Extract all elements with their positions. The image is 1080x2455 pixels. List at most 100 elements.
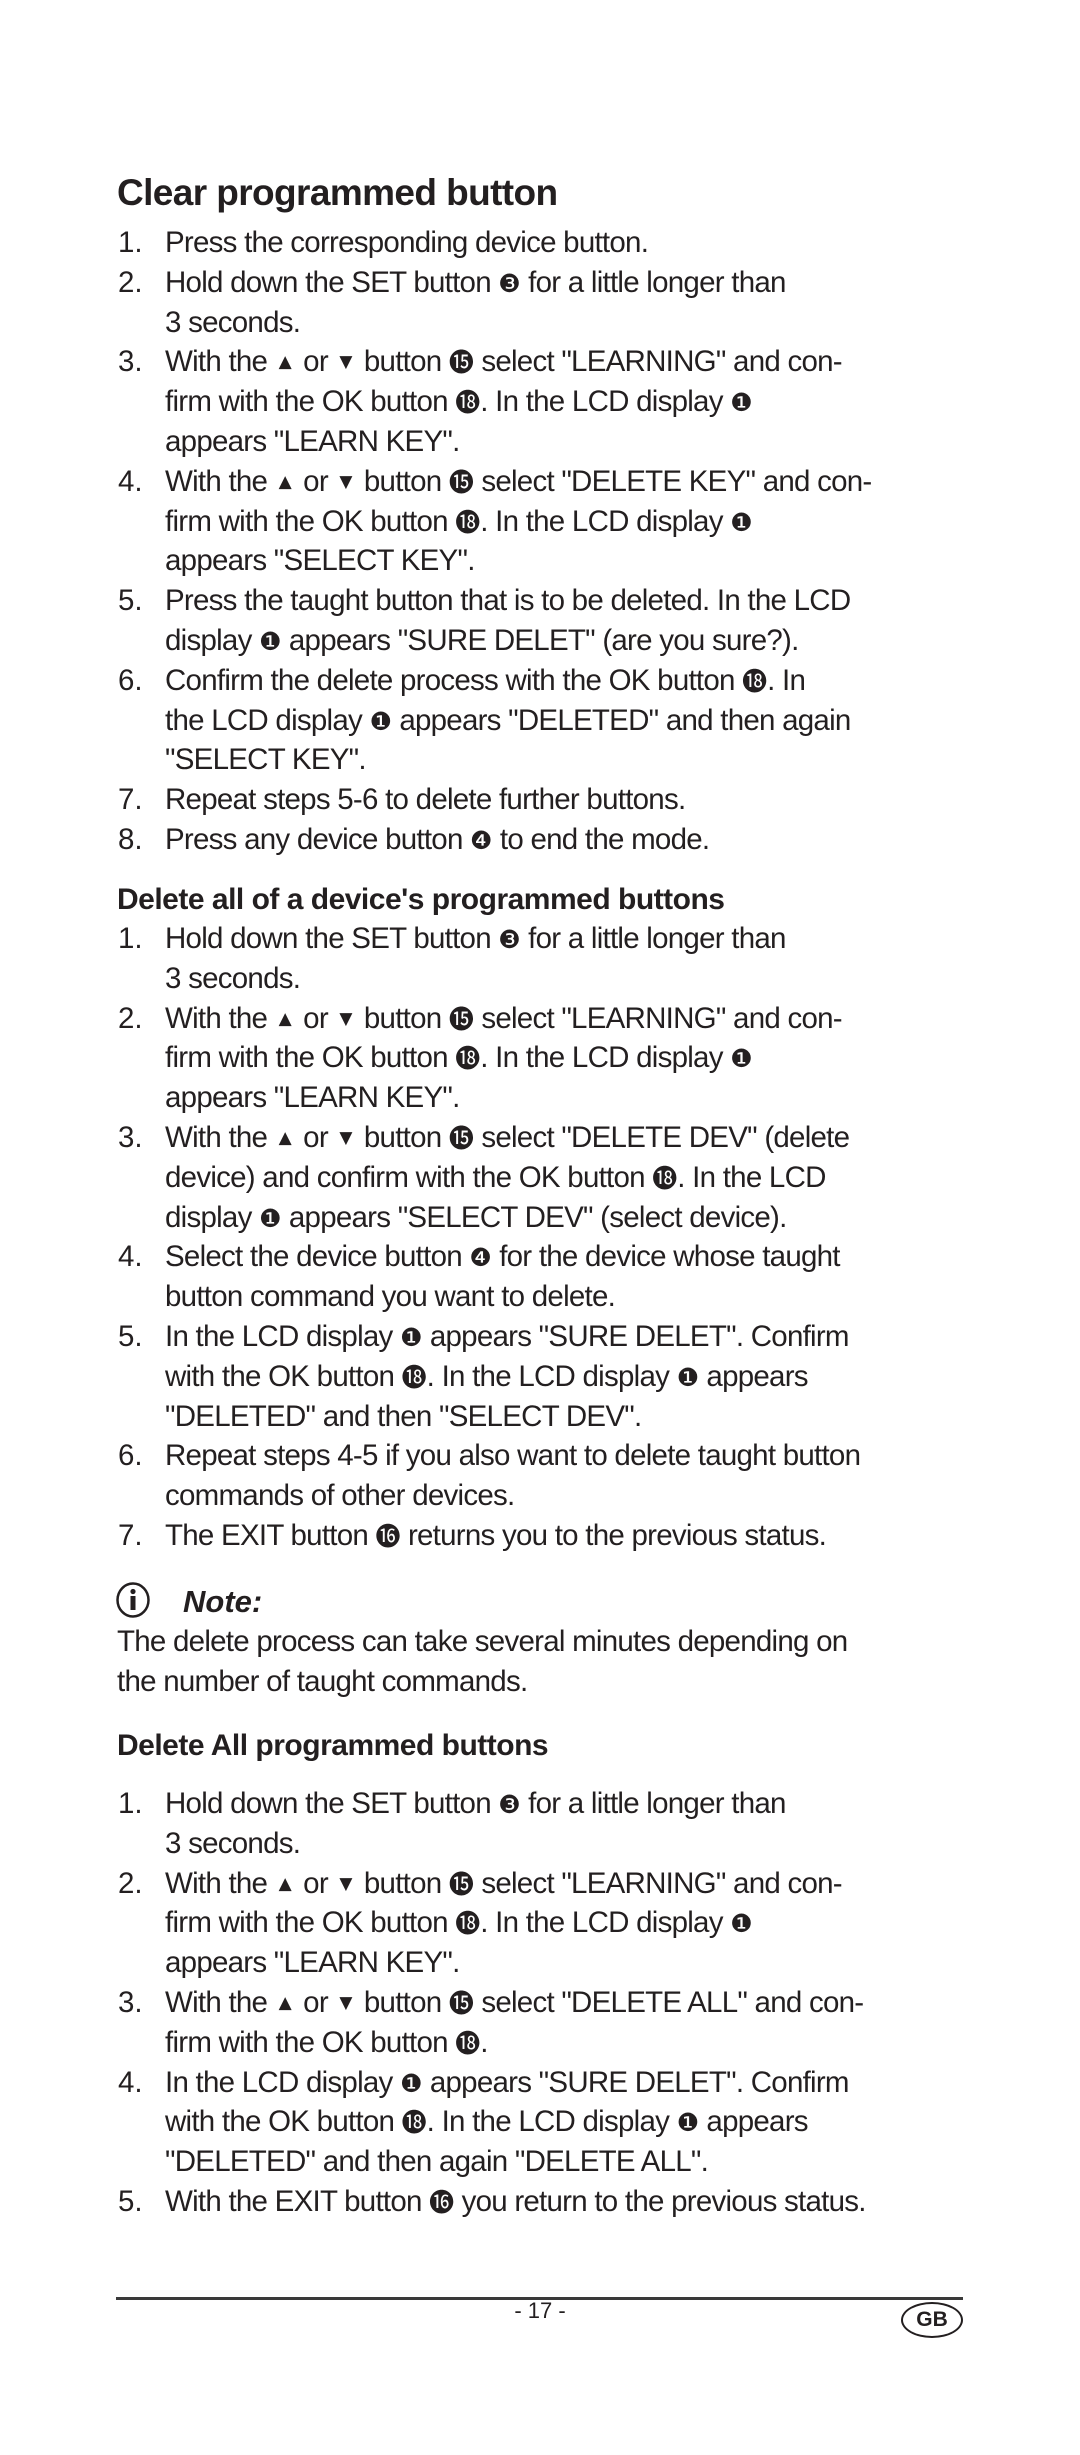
step-text: commands of other devices.	[165, 1479, 515, 1513]
step-text: display	[165, 1200, 260, 1234]
step-text-line: commands of other devices.	[165, 1479, 515, 1513]
step-text: . In the LCD display	[480, 1041, 731, 1075]
step-text: or	[295, 345, 336, 379]
step-text-line: With the ▲ or ▼ button ⓯ select "LEARNIN…	[165, 1001, 843, 1035]
step-text: Repeat steps 4-5 if you also want to del…	[165, 1439, 861, 1473]
callout-number-1-icon: ❶	[259, 1203, 282, 1233]
step-text-line: firm with the OK button ⓲.	[165, 2028, 489, 2058]
step-text: . In the LCD display	[480, 504, 731, 538]
step-text-line: "DELETED" and then "SELECT DEV".	[165, 1401, 642, 1432]
step-text: button	[356, 1866, 449, 1900]
step-number: 5.	[118, 2185, 143, 2218]
callout-number-18-icon: ⓲	[455, 507, 481, 537]
section-title-delete-all-buttons: Delete All programmed buttons	[117, 1729, 549, 1762]
step-text-line: "DELETED" and then again "DELETE ALL".	[165, 2147, 709, 2177]
callout-number-18-icon: ⓲	[742, 666, 768, 696]
step-text-line: 3 seconds.	[165, 305, 301, 339]
note-label: Note:	[183, 1584, 263, 1619]
step-text-line: firm with the OK button ⓲. In the LCD di…	[165, 387, 753, 417]
step-text: 3 seconds.	[165, 305, 301, 339]
step-text-line: display ❶ appears "SELECT DEV" (select d…	[165, 1200, 787, 1234]
arrow-up-icon: ▲	[278, 352, 292, 373]
arrow-down-icon: ▼	[339, 1128, 353, 1148]
step-text: select "DELETE ALL" and con-	[473, 1986, 864, 2019]
callout-number-1-icon: ❶	[259, 627, 282, 656]
step-number: 7.	[118, 783, 143, 817]
step-text: appears "SELECT DEV" (select device).	[281, 1200, 787, 1234]
step-text: In the LCD display	[165, 1320, 400, 1353]
callout-number-4-icon: ❹	[469, 1243, 492, 1273]
step-text: With the	[165, 464, 275, 498]
step-text-line: Confirm the delete process with the OK b…	[165, 663, 806, 697]
callout-number-1-icon: ❶	[369, 706, 392, 736]
callout-number-1-icon: ❶	[676, 2108, 699, 2138]
callout-number-18-icon: ⓲	[401, 1362, 427, 1392]
step-text-line: The EXIT button ⓰ returns you to the pre…	[165, 1519, 827, 1552]
step-text: or	[295, 1121, 336, 1154]
callout-number-18-icon: ⓲	[455, 1044, 481, 1074]
step-text: with the OK button	[165, 1359, 402, 1393]
step-number: 8.	[118, 823, 143, 856]
step-text: Confirm the delete process with the OK b…	[165, 663, 743, 697]
step-text-line: Select the device button ❹ for the devic…	[165, 1242, 840, 1272]
callout-number-3-icon: ❸	[498, 268, 521, 298]
arrow-up-icon: ▲	[278, 471, 292, 492]
arrow-down-icon: ▼	[339, 1873, 353, 1894]
step-text: select "LEARNING" and con-	[473, 345, 842, 379]
step-text: display	[165, 624, 260, 657]
step-text: Repeat steps 5-6 to delete further butto…	[165, 783, 686, 817]
step-text-line: appears "LEARN KEY".	[165, 427, 460, 457]
step-number: 5.	[118, 1320, 143, 1353]
step-text-line: firm with the OK button ⓲. In the LCD di…	[165, 504, 753, 538]
step-text: appears "SURE DELET". Confirm	[422, 2065, 850, 2099]
callout-number-3-icon: ❸	[498, 1790, 521, 1819]
step-text: With the	[165, 1986, 275, 2019]
step-text: Hold down the SET button	[165, 1787, 499, 1820]
step-text-line: firm with the OK button ⓲. In the LCD di…	[165, 1908, 753, 1938]
step-text: With the EXIT button	[165, 2185, 430, 2218]
info-icon	[116, 1582, 150, 1618]
step-text-line: with the OK button ⓲. In the LCD display…	[165, 2105, 809, 2139]
step-text: select "LEARNING" and con-	[473, 1866, 842, 1900]
callout-number-15-icon: ⓯	[448, 348, 474, 378]
arrow-up-icon: ▲	[278, 1873, 292, 1894]
step-text-line: Repeat steps 4-5 if you also want to del…	[165, 1439, 861, 1473]
step-text-line: In the LCD display ❶ appears "SURE DELET…	[165, 1320, 850, 1353]
step-text: button command you want to delete.	[165, 1280, 616, 1314]
step-text-line: Press the corresponding device button.	[165, 228, 649, 258]
callout-number-18-icon: ⓲	[455, 1909, 481, 1939]
step-number: 6.	[118, 663, 143, 697]
step-text: Hold down the SET button	[165, 265, 499, 299]
step-text: With the	[165, 1001, 275, 1035]
step-text-line: "SELECT KEY".	[165, 745, 367, 775]
callout-number-15-icon: ⓯	[448, 1869, 474, 1899]
step-text: appears "SURE DELET". Confirm	[422, 1320, 850, 1353]
language-badge: GB	[901, 2302, 963, 2338]
step-text: or	[295, 1986, 336, 2019]
step-number: 1.	[118, 1787, 143, 1820]
step-text: button	[356, 1986, 449, 2019]
arrow-up-icon: ▲	[278, 1993, 292, 2013]
step-text: . In the LCD display	[426, 2105, 677, 2139]
arrow-down-icon: ▼	[339, 471, 353, 492]
step-text: . In the LCD display	[480, 385, 731, 419]
step-text-line: In the LCD display ❶ appears "SURE DELET…	[165, 2065, 850, 2099]
step-text-line: firm with the OK button ⓲. In the LCD di…	[165, 1043, 753, 1073]
step-text-line: with the OK button ⓲. In the LCD display…	[165, 1359, 809, 1393]
step-text: returns you to the previous status.	[400, 1519, 827, 1552]
step-text: to end the mode.	[492, 823, 710, 856]
step-text: appears "LEARN KEY".	[165, 425, 460, 458]
step-text: for a little longer than	[520, 922, 786, 955]
step-text-line: display ❶ appears "SURE DELET" (are you …	[165, 626, 799, 656]
step-text: button	[356, 1001, 449, 1035]
step-text: you return to the previous status.	[454, 2185, 867, 2218]
step-number: 1.	[118, 922, 143, 955]
callout-number-18-icon: ⓲	[652, 1163, 678, 1193]
step-text-line: With the ▲ or ▼ button ⓯ select "LEARNIN…	[165, 1866, 843, 1900]
callout-number-15-icon: ⓯	[448, 467, 474, 497]
step-text: or	[295, 1001, 336, 1035]
step-text: With the	[165, 345, 275, 379]
step-text-line: Repeat steps 5-6 to delete further butto…	[165, 783, 686, 817]
step-text-line: Press any device button ❹ to end the mod…	[165, 823, 710, 856]
step-text-line: Hold down the SET button ❸ for a little …	[165, 924, 786, 954]
